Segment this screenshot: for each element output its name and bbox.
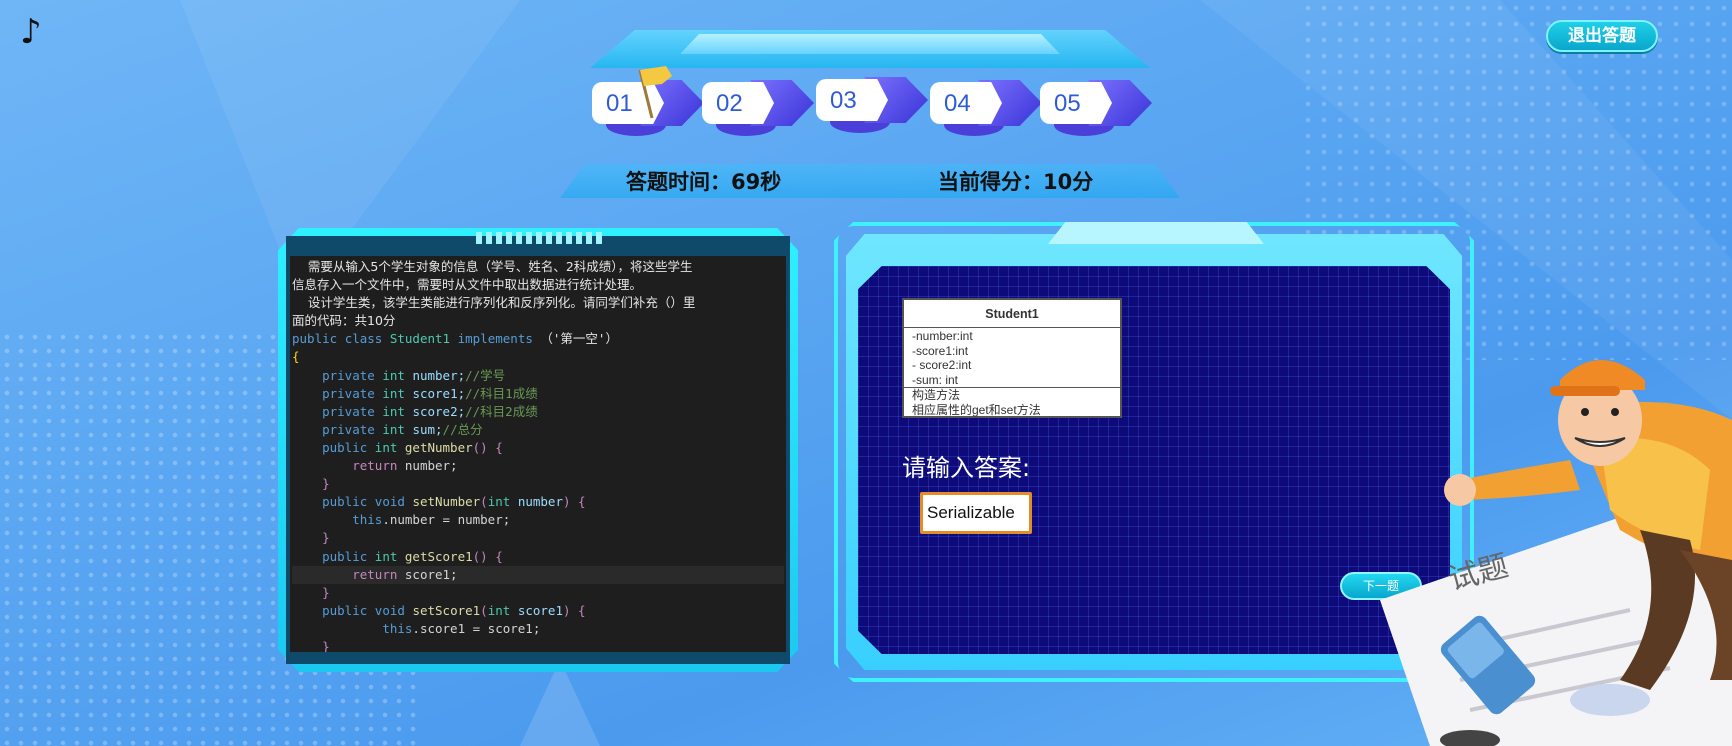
question-desc-line: 面的代码：共10分 [292, 313, 396, 329]
code-line: private int sum;//总分 [322, 421, 483, 437]
code-line: this.number = number; [352, 512, 511, 528]
code-line: public void setNumber(int number) { [322, 494, 586, 510]
code-editor[interactable]: 需要从输入5个学生对象的信息（学号、姓名、2科成绩），将这些学生 信息存入一个文… [290, 256, 786, 652]
code-line: private int score1;//科目1成绩 [322, 385, 538, 401]
uml-class-diagram: Student1 -number:int -score1:int - score… [902, 298, 1122, 418]
answer-input[interactable] [920, 492, 1032, 534]
code-line: } [322, 584, 330, 600]
uml-field: -number:int [912, 329, 973, 343]
code-line: public int getScore1() { [322, 548, 503, 564]
uml-fields: -number:int -score1:int - score2:int -su… [904, 328, 1120, 388]
step-label: 04 [930, 82, 1002, 124]
code-line: } [322, 476, 330, 492]
code-line: private int number;//学号 [322, 367, 506, 383]
code-line: public int getNumber() { [322, 439, 503, 455]
student-character-illustration: 试题 [1380, 360, 1732, 746]
code-line: this.score1 = score1; [382, 620, 541, 636]
uml-method: 构造方法 [912, 388, 961, 402]
code-line: return number; [352, 458, 458, 474]
step-2[interactable]: 02 [702, 78, 814, 136]
step-label: 05 [1040, 82, 1112, 124]
uml-field: -sum: int [912, 372, 959, 387]
header-frame-highlight [680, 34, 1060, 54]
step-3[interactable]: 03 [816, 75, 928, 133]
music-note-icon[interactable]: ♪ [20, 14, 50, 50]
uml-method: 相应属性的get和set方法 [912, 402, 1041, 417]
flag-icon [638, 66, 672, 119]
quit-quiz-button[interactable]: 退出答题 [1546, 20, 1658, 52]
code-line: } [322, 530, 330, 546]
code-panel-tab [476, 232, 606, 244]
uml-class-name: Student1 [904, 300, 1120, 328]
step-1[interactable]: 01 [592, 66, 704, 136]
code-line: { [292, 349, 300, 365]
score-display: 当前得分：10分 [938, 170, 1094, 194]
code-line: } [322, 638, 330, 652]
question-desc-line: 信息存入一个文件中，需要时从文件中取出数据进行统计处理。 [292, 277, 643, 293]
code-line: public class Student1 implements （'第一空'） [292, 331, 618, 347]
code-line: public void setScore1(int score1) { [322, 602, 586, 618]
code-line: private int score2;//科目2成绩 [322, 403, 538, 419]
question-desc-line: 需要从输入5个学生对象的信息（学号、姓名、2科成绩），将这些学生 [292, 259, 693, 274]
answer-panel-tab [1048, 222, 1264, 244]
uml-field: -score1:int [912, 343, 969, 358]
step-label: 03 [816, 79, 888, 121]
code-line: return score1; [292, 565, 784, 584]
uml-field: - score2:int [912, 358, 972, 372]
step-label: 02 [702, 82, 774, 124]
info-bar: 答题时间：69秒 当前得分：10分 [500, 156, 1240, 202]
question-steps: 01 02 03 04 05 [592, 66, 1152, 142]
question-desc-line: 设计学生类，该学生类能进行序列化和反序列化。请同学们补充（）里 [292, 295, 696, 311]
time-display: 答题时间：69秒 [626, 170, 782, 194]
step-5[interactable]: 05 [1040, 78, 1152, 136]
step-4[interactable]: 04 [930, 78, 1042, 136]
uml-methods: 构造方法 相应属性的get和set方法 [904, 388, 1120, 417]
answer-prompt: 请输入答案: [902, 454, 1031, 482]
